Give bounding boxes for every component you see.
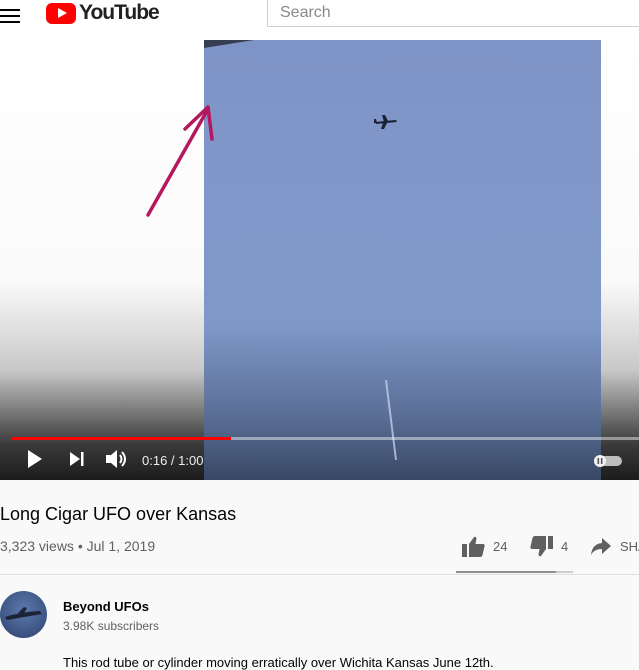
- youtube-logo[interactable]: YouTube: [46, 1, 160, 25]
- menu-icon[interactable]: [0, 5, 22, 23]
- sentiment-likes: [456, 571, 557, 573]
- search-box[interactable]: [267, 0, 639, 27]
- thumbs-up-icon: [462, 536, 485, 557]
- play-icon[interactable]: [26, 449, 44, 469]
- frame-shadow-edge: [204, 40, 254, 48]
- logo-text: YouTube: [79, 1, 160, 24]
- arrow-annotation-icon: [146, 105, 214, 217]
- avatar-plane-image: [5, 607, 42, 620]
- next-icon[interactable]: [68, 449, 86, 469]
- channel-name[interactable]: Beyond UFOs: [63, 599, 149, 614]
- player-controls: 0:16 / 1:00: [0, 435, 639, 480]
- share-icon: [591, 538, 611, 555]
- youtube-watch-page: YouTube Search 0:16 / 1:00 Long Cigar UF…: [0, 0, 639, 670]
- sentiment-bar: [456, 571, 573, 573]
- divider: [0, 574, 639, 575]
- subscriber-count: 3.98K subscribers: [63, 619, 160, 633]
- plane-icon: [374, 115, 397, 129]
- video-description: This rod tube or cylinder moving erratic…: [63, 655, 494, 670]
- youtube-logo-icon: [46, 2, 76, 24]
- dislike-button[interactable]: 4: [530, 536, 568, 557]
- autoplay-toggle-icon[interactable]: [594, 455, 622, 467]
- top-bar: YouTube: [0, 0, 639, 40]
- progress-bar[interactable]: [11, 437, 639, 440]
- progress-played: [11, 437, 231, 440]
- video-title: Long Cigar UFO over Kansas: [0, 504, 237, 524]
- video-meta: 3,323 views • Jul 1, 2019: [0, 538, 156, 554]
- avatar[interactable]: [0, 591, 47, 638]
- thumbs-down-icon: [530, 536, 553, 557]
- search-input[interactable]: [268, 0, 639, 26]
- dislike-count: 4: [561, 539, 569, 554]
- like-button[interactable]: 24: [462, 536, 507, 557]
- video-info: Long Cigar UFO over Kansas 3,323 views •…: [0, 480, 639, 670]
- share-button[interactable]: SHARE: [590, 536, 639, 556]
- video-player[interactable]: 0:16 / 1:00: [0, 40, 639, 480]
- time-display: 0:16 / 1:00: [142, 453, 204, 468]
- share-label: SHARE: [620, 538, 639, 554]
- like-count: 24: [493, 539, 508, 554]
- volume-icon[interactable]: [104, 448, 130, 470]
